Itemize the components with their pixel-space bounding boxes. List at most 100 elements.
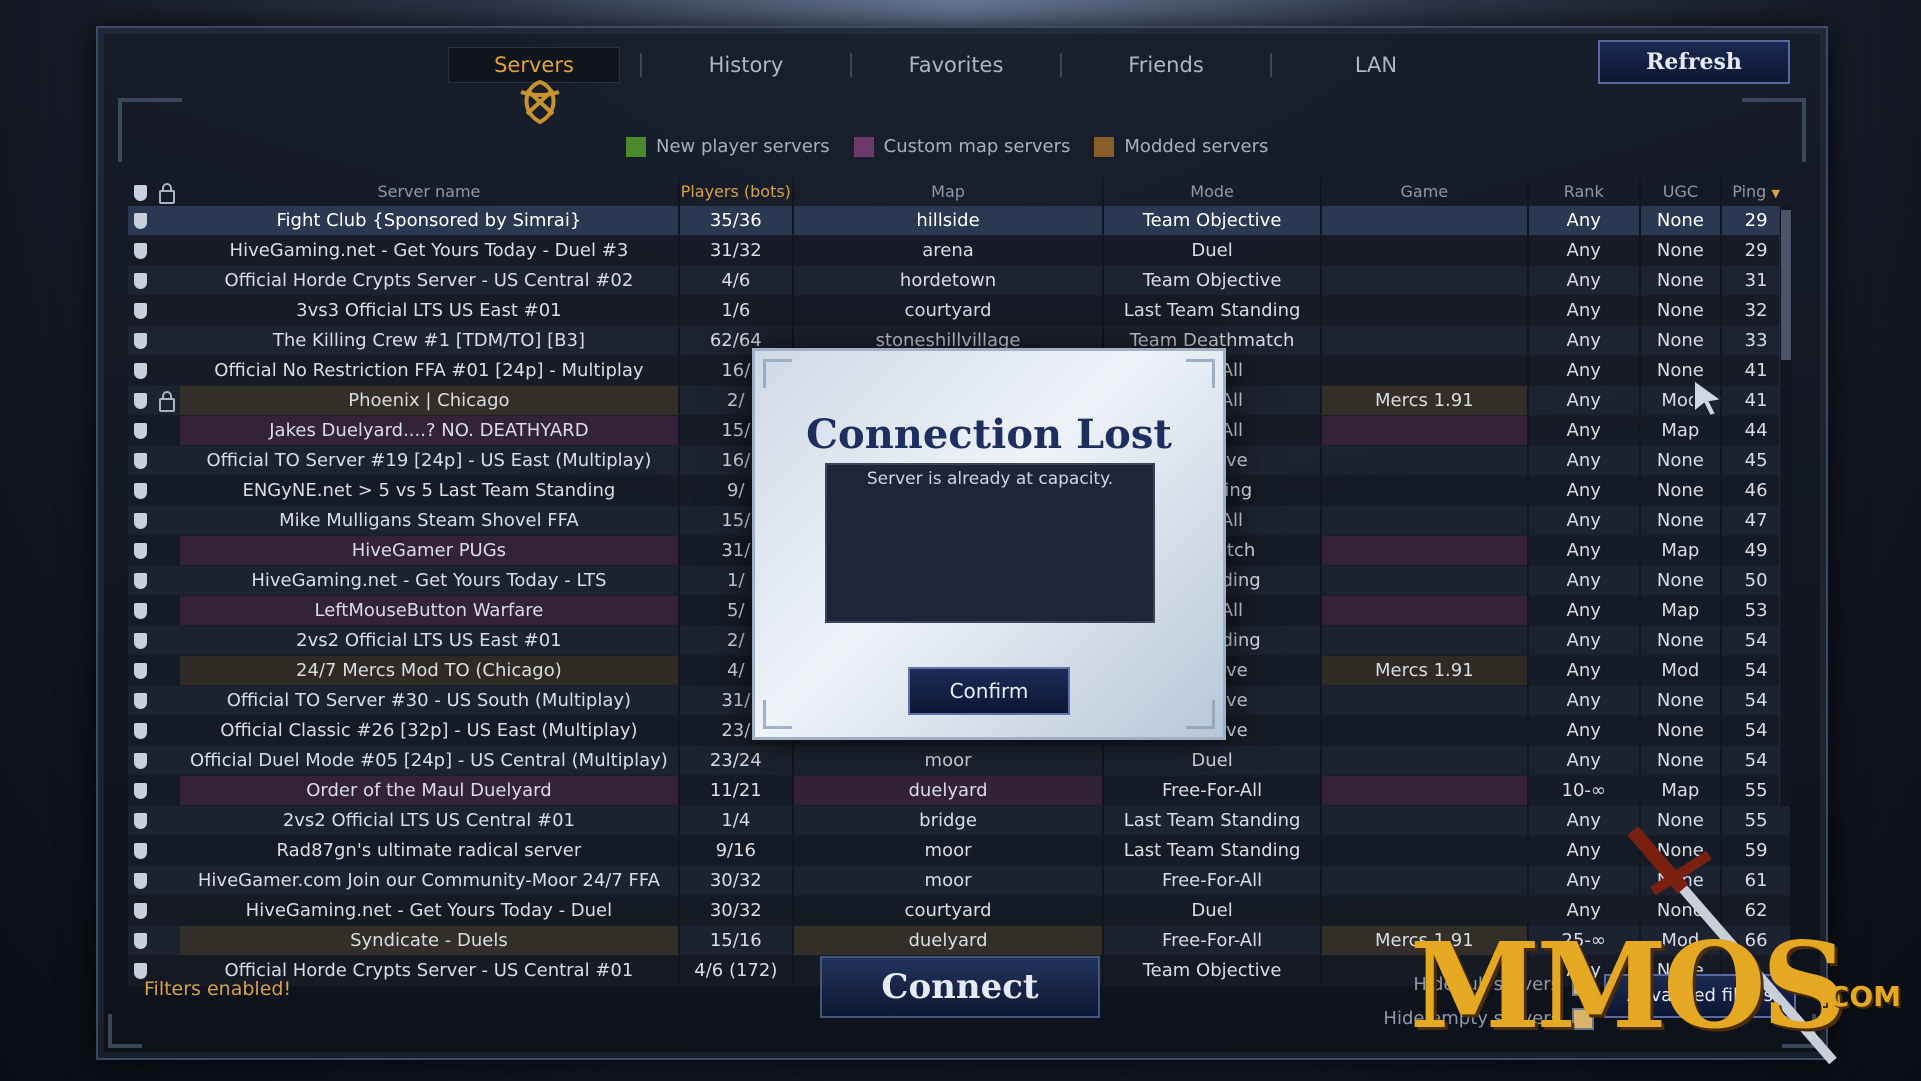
table-row[interactable]: HiveGaming.net - Get Yours Today - Duel … — [128, 236, 1790, 266]
connection-lost-dialog: Connection Lost Server is already at cap… — [752, 348, 1226, 740]
tab-history[interactable]: History — [640, 53, 850, 77]
game-cell — [1319, 446, 1527, 475]
table-row[interactable]: Official Duel Mode #05 [24p] - US Centra… — [128, 746, 1790, 776]
header-rank[interactable]: Rank — [1526, 178, 1639, 206]
header-ugc[interactable]: UGC — [1638, 178, 1721, 206]
header-ping[interactable]: Ping ▼ — [1720, 178, 1790, 206]
game-cell — [1319, 626, 1527, 655]
game-cell — [1319, 506, 1527, 535]
lock-slot — [154, 626, 180, 655]
mode-cell: Duel — [1102, 896, 1319, 925]
map-cell: moor — [791, 746, 1103, 775]
players-cell: 1/4 — [678, 806, 792, 835]
shield-icon — [128, 656, 154, 685]
game-cell — [1319, 836, 1527, 865]
server-name-cell: Phoenix | Chicago — [179, 386, 678, 415]
rank-cell: Any — [1526, 296, 1639, 325]
ugc-cell: None — [1638, 476, 1721, 505]
lock-slot — [154, 236, 180, 265]
tab-favorites[interactable]: Favorites — [850, 53, 1060, 77]
map-cell: courtyard — [791, 896, 1103, 925]
dialog-ornament — [1186, 700, 1215, 729]
table-scrollbar[interactable] — [1779, 206, 1792, 806]
players-cell: 30/32 — [678, 896, 792, 925]
shield-icon — [128, 776, 154, 805]
players-cell: 9/16 — [678, 836, 792, 865]
map-cell: courtyard — [791, 296, 1103, 325]
server-name-cell: 2vs2 Official LTS US Central #01 — [282, 810, 575, 831]
game-cell — [1319, 296, 1527, 325]
rank-cell: Any — [1526, 686, 1639, 715]
connect-button[interactable]: Connect — [820, 956, 1100, 1018]
rank-cell: Any — [1526, 596, 1639, 625]
lock-slot — [154, 596, 180, 625]
scroll-thumb[interactable] — [1781, 210, 1791, 360]
frame-ornament — [108, 1014, 142, 1048]
game-cell — [1319, 476, 1527, 505]
table-row[interactable]: 3vs3 Official LTS US East #01 1/6 courtyar… — [128, 296, 1790, 326]
mode-cell: Team Objective — [1102, 956, 1319, 985]
tab-friends[interactable]: Friends — [1060, 53, 1270, 77]
ugc-cell: Map — [1638, 776, 1721, 805]
lock-slot — [154, 446, 180, 475]
table-row[interactable]: 2vs2 Official LTS US Central #01 1/4 bridg… — [128, 806, 1790, 836]
lock-slot — [154, 356, 180, 385]
header-game[interactable]: Game — [1319, 178, 1527, 206]
rank-cell: 10-∞ — [1526, 776, 1639, 805]
shield-icon — [128, 476, 154, 505]
header-ping-label: Ping — [1732, 182, 1767, 201]
legend-modded: Modded servers — [1094, 136, 1268, 157]
map-cell: moor — [791, 866, 1103, 895]
game-cell — [1319, 566, 1527, 595]
table-row[interactable]: Order of the Maul Duelyard 11/21 duelyard F… — [128, 776, 1790, 806]
shield-icon — [128, 806, 154, 835]
lock-slot — [154, 536, 180, 565]
lock-slot — [154, 206, 180, 235]
server-name-cell: Official TO Server #30 - US South (Multi… — [226, 690, 632, 711]
dialog-ornament — [763, 700, 792, 729]
rank-cell: Any — [1526, 326, 1639, 355]
lock-slot — [154, 416, 180, 445]
rank-cell: Any — [1526, 746, 1639, 775]
lock-slot — [154, 866, 180, 895]
lock-slot — [154, 656, 180, 685]
table-row[interactable]: Official Horde Crypts Server - US Centra… — [128, 266, 1790, 296]
ugc-cell: Map — [1638, 416, 1721, 445]
header-players[interactable]: Players (bots) — [678, 178, 792, 206]
shield-icon — [128, 686, 154, 715]
header-map[interactable]: Map — [791, 178, 1103, 206]
rank-cell: Any — [1526, 626, 1639, 655]
players-cell: 4/6 (172) — [678, 956, 792, 985]
shield-icon — [128, 536, 154, 565]
dialog-title: Connection Lost — [806, 411, 1172, 458]
confirm-button[interactable]: Confirm — [908, 667, 1070, 715]
mode-cell: Free-For-All — [1102, 866, 1319, 895]
map-cell: bridge — [791, 806, 1103, 835]
server-name-cell: Syndicate - Duels — [179, 926, 678, 955]
game-cell — [1319, 416, 1527, 445]
header-mode[interactable]: Mode — [1102, 178, 1319, 206]
brown-swatch — [1094, 136, 1115, 157]
shield-icon — [128, 566, 154, 595]
lock-slot — [154, 776, 180, 805]
table-row[interactable]: Rad87gn's ultimate radical server 9/16 moo… — [128, 836, 1790, 866]
tab-lan[interactable]: LAN — [1270, 53, 1480, 77]
refresh-button[interactable]: Refresh — [1598, 40, 1790, 84]
shield-icon — [128, 836, 154, 865]
header-server-name[interactable]: Server name — [180, 178, 678, 206]
lock-slot — [154, 476, 180, 505]
mode-cell: Free-For-All — [1102, 926, 1319, 955]
lock-slot — [154, 326, 180, 355]
table-row[interactable]: Fight Club {Sponsored by Simrai} 35/36 hil… — [128, 206, 1790, 236]
lock-slot — [154, 266, 180, 295]
server-name-cell: HiveGaming.net - Get Yours Today - Duel … — [229, 240, 629, 261]
server-name-cell: Mike Mulligans Steam Shovel FFA — [279, 510, 579, 531]
lock-column-icon[interactable] — [154, 178, 180, 206]
ugc-cell: None — [1638, 506, 1721, 535]
shield-icon — [128, 896, 154, 925]
server-name-cell: Jakes Duelyard....? NO. DEATHYARD — [179, 416, 678, 445]
mode-cell: Team Objective — [1102, 266, 1319, 295]
lock-slot — [154, 806, 180, 835]
shield-column-icon[interactable] — [128, 178, 154, 206]
browser-tabs: Servers History Favorites Friends LAN — [448, 42, 1480, 88]
